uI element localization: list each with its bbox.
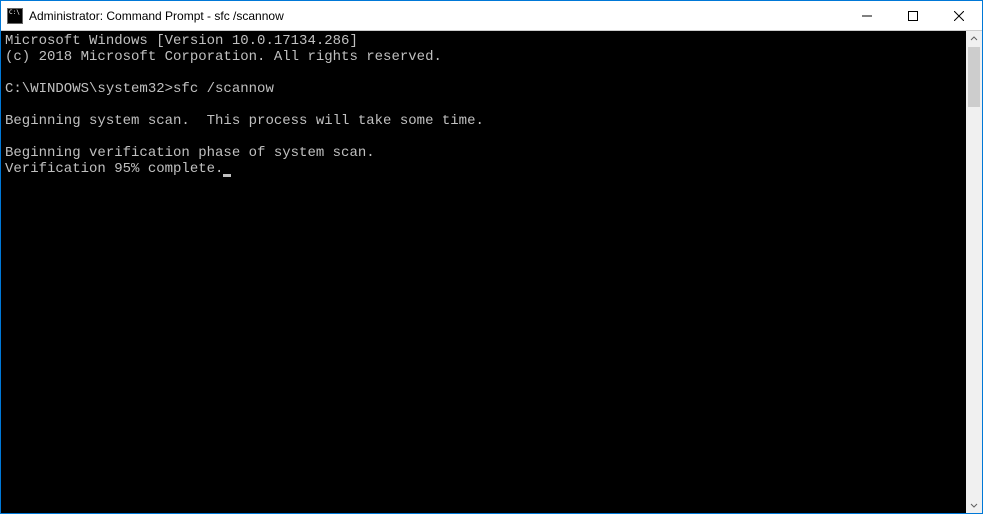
cmd-icon xyxy=(7,8,23,24)
maximize-icon xyxy=(908,11,918,21)
chevron-up-icon xyxy=(970,35,978,43)
close-icon xyxy=(954,11,964,21)
scroll-down-button[interactable] xyxy=(966,497,982,513)
prompt-line: C:\WINDOWS\system32>sfc /scannow xyxy=(5,81,274,97)
chevron-down-icon xyxy=(970,501,978,509)
scroll-track[interactable] xyxy=(966,47,982,497)
titlebar[interactable]: Administrator: Command Prompt - sfc /sca… xyxy=(1,1,982,31)
minimize-button[interactable] xyxy=(844,1,890,30)
version-line: Microsoft Windows [Version 10.0.17134.28… xyxy=(5,33,358,49)
copyright-line: (c) 2018 Microsoft Corporation. All righ… xyxy=(5,49,442,65)
verify-progress-line: Verification 95% complete. xyxy=(5,161,223,177)
minimize-icon xyxy=(862,11,872,21)
maximize-button[interactable] xyxy=(890,1,936,30)
command-prompt-window: Administrator: Command Prompt - sfc /sca… xyxy=(0,0,983,514)
titlebar-left: Administrator: Command Prompt - sfc /sca… xyxy=(1,8,284,24)
cursor xyxy=(223,174,231,177)
window-title: Administrator: Command Prompt - sfc /sca… xyxy=(29,9,284,23)
close-button[interactable] xyxy=(936,1,982,30)
scan-start-line: Beginning system scan. This process will… xyxy=(5,113,484,129)
terminal-output[interactable]: Microsoft Windows [Version 10.0.17134.28… xyxy=(1,31,966,513)
content-area: Microsoft Windows [Version 10.0.17134.28… xyxy=(1,31,982,513)
scroll-thumb[interactable] xyxy=(968,47,980,107)
scroll-up-button[interactable] xyxy=(966,31,982,47)
verify-start-line: Beginning verification phase of system s… xyxy=(5,145,375,161)
window-controls xyxy=(844,1,982,30)
vertical-scrollbar[interactable] xyxy=(966,31,982,513)
